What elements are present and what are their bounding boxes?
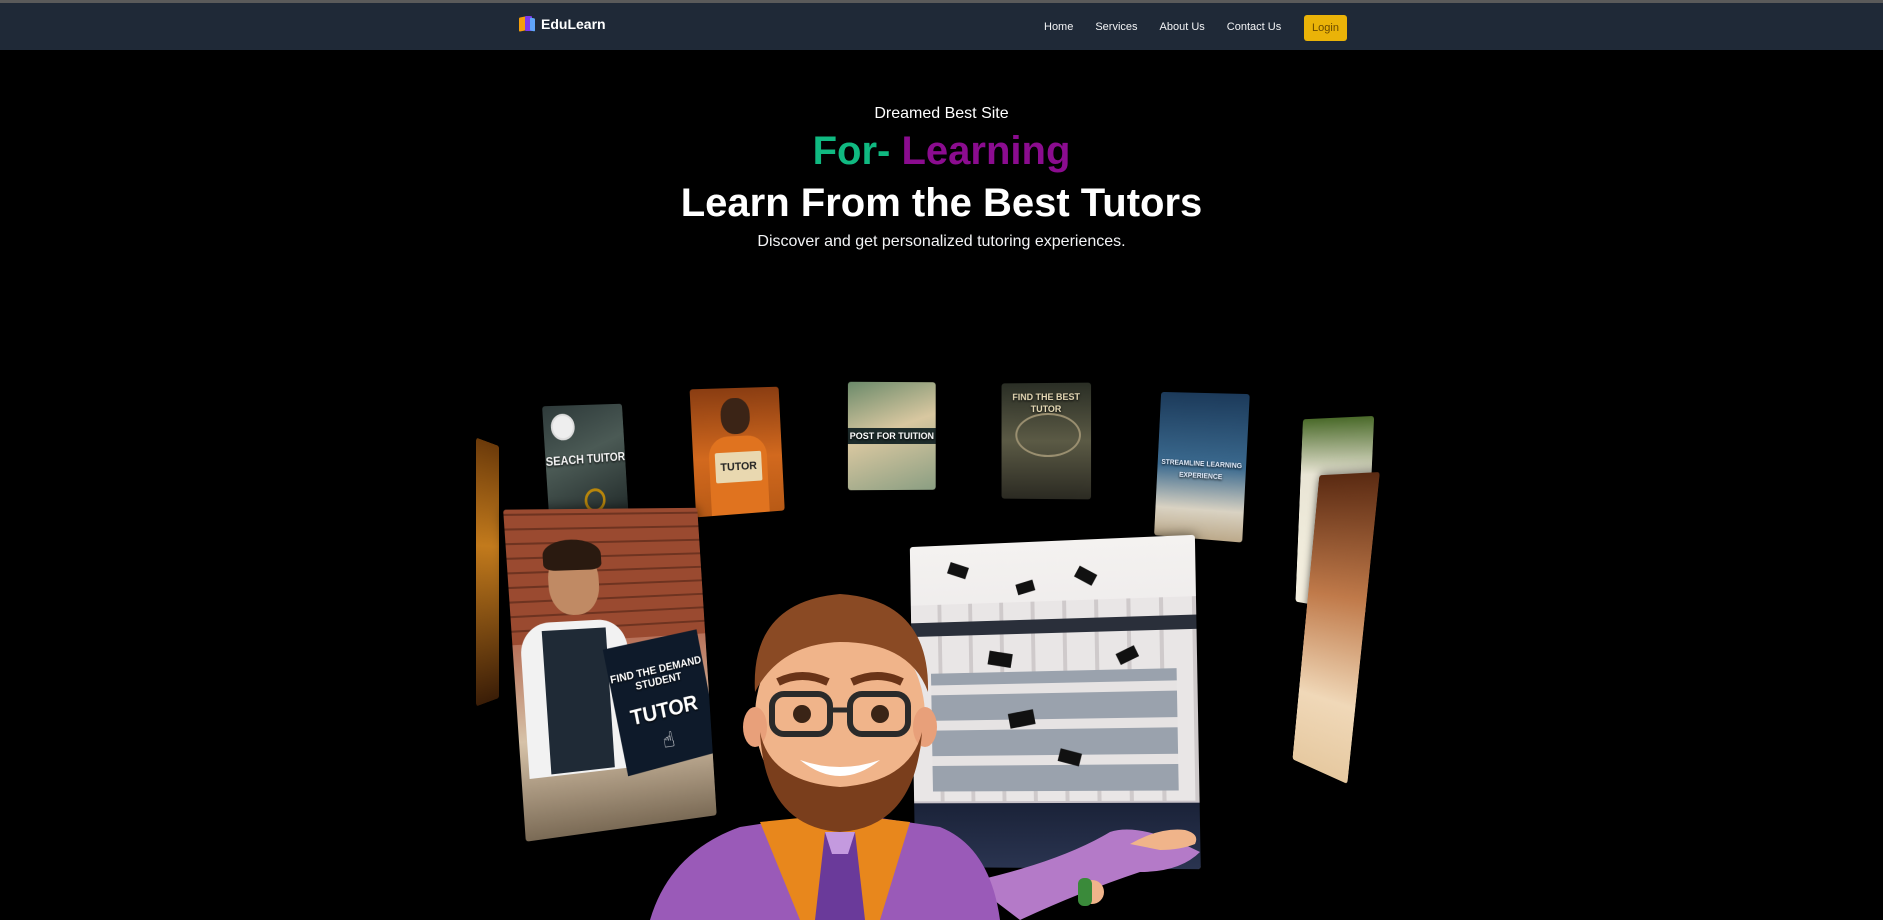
carousel-card-right-sign[interactable] xyxy=(1295,415,1375,614)
carousel-card-learning-experience[interactable]: STREAMLINE LEARNING EXPERIENCE xyxy=(1154,391,1250,543)
magnifier-shape xyxy=(583,487,607,514)
carousel-card-post-for-tuition[interactable]: POST FOR TUITION xyxy=(847,381,936,491)
card-label-find-best-tutor: FIND THE BEST TUTOR xyxy=(1012,391,1080,415)
page: EduLearn Home Services About Us Contact … xyxy=(0,0,1883,920)
hero-highlight-for: For- xyxy=(812,129,891,173)
carousel-card-far-left[interactable] xyxy=(476,437,500,707)
carousel-card-demand-student-tutor[interactable]: FIND THE DEMAND STUDENT TUTOR ☝ xyxy=(503,507,717,842)
mascot-teacher xyxy=(650,594,1200,920)
clock-shape xyxy=(550,413,576,441)
card-label-find-demand-student: FIND THE DEMAND STUDENT xyxy=(609,654,703,693)
card-label-tutor: TUTOR xyxy=(720,459,758,475)
yellow-sign-shape xyxy=(1317,479,1353,552)
nav-links: Home Services About Us Contact Us xyxy=(1044,17,1303,37)
grad-cap-icon xyxy=(1057,748,1083,767)
hero-subtitle: Dreamed Best Site xyxy=(874,105,1009,122)
sign-shape xyxy=(714,450,763,484)
carousel-card-search-tutor[interactable]: SEACH TUITOR xyxy=(542,403,630,534)
card-label-learning-experience: STREAMLINE LEARNING EXPERIENCE xyxy=(1161,458,1243,482)
hero-highlight: For- Learning xyxy=(0,128,1883,174)
carousel-card-graduation[interactable] xyxy=(909,534,1201,870)
grad-cap-icon xyxy=(987,650,1013,668)
tutor-vest-shape xyxy=(541,627,615,775)
carousel-card-find-best-tutor[interactable]: FIND THE BEST TUTOR xyxy=(1001,382,1092,500)
card-label-post-for-tuition: POST FOR TUITION xyxy=(847,427,936,445)
person-body-shape xyxy=(707,434,770,517)
hero-description: Discover and get personalized tutoring e… xyxy=(757,233,1126,250)
crowd-shape xyxy=(914,802,1201,870)
nav-link-about-us[interactable]: About Us xyxy=(1160,17,1205,37)
nav-link-contact-us[interactable]: Contact Us xyxy=(1227,17,1281,37)
building-sign-shape xyxy=(911,614,1197,638)
windows-shape xyxy=(930,668,1179,792)
book-icon xyxy=(519,16,535,32)
demand-board-shape: FIND THE DEMAND STUDENT TUTOR ☝ xyxy=(602,629,717,777)
grad-cap-icon xyxy=(1115,645,1140,666)
pointer-icon: ☝ xyxy=(660,726,677,754)
carousel-card-tutor-student[interactable]: TUTOR xyxy=(689,386,785,518)
tutor-body-shape xyxy=(519,618,636,779)
login-button[interactable]: Login xyxy=(1304,15,1347,41)
tutor-hair-shape xyxy=(541,539,602,572)
nav-link-home[interactable]: Home xyxy=(1044,17,1073,37)
carousel-card-far-right[interactable] xyxy=(1292,472,1380,784)
nav-link-services[interactable]: Services xyxy=(1095,17,1137,37)
brand-name: EduLearn xyxy=(541,16,606,32)
grad-cap-icon xyxy=(947,562,969,580)
brand-logo[interactable]: EduLearn xyxy=(519,16,606,32)
hero-highlight-learning: Learning xyxy=(901,129,1071,173)
brick-wall-shape xyxy=(503,507,706,646)
building-facade-shape xyxy=(910,596,1200,802)
hero-title: Learn From the Best Tutors xyxy=(680,181,1203,225)
tutor-head-shape xyxy=(546,549,601,617)
grad-cap-icon xyxy=(1015,579,1036,596)
card-label-search-tutor: SEACH TUITOR xyxy=(545,449,626,470)
navbar: EduLearn Home Services About Us Contact … xyxy=(0,0,1883,50)
hero-section: Dreamed Best Site For- Learning Learn Fr… xyxy=(0,104,1883,252)
grad-cap-icon xyxy=(1073,565,1098,586)
person-head-shape xyxy=(719,397,751,435)
chalkboard-shape xyxy=(1015,412,1081,458)
card-label-demand-tutor: TUTOR xyxy=(628,689,700,731)
grad-cap-icon xyxy=(1007,709,1036,729)
